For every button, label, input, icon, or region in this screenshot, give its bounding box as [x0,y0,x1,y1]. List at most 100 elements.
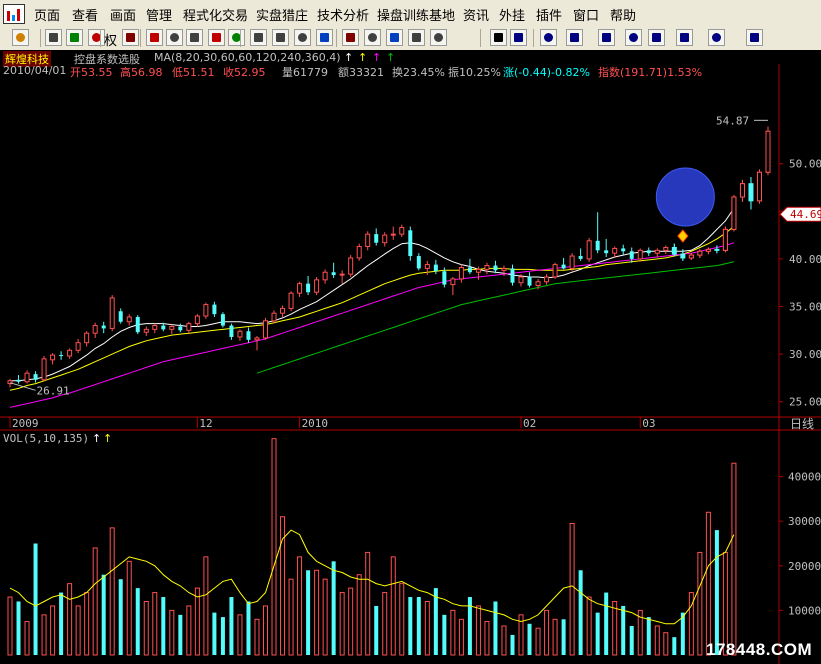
volume-bar-up [339,592,345,656]
minimize-window-icon[interactable] [430,29,447,46]
quote-index: 指数(191.71)1.53% [598,66,703,79]
crosshair-icon[interactable] [66,29,83,46]
price-tick-label: 40.00 [789,253,821,266]
volume-bar-up [143,600,149,656]
price-tick-label: 25.00 [789,396,821,409]
rect-tool-icon[interactable] [676,29,693,46]
menu-item-window[interactable]: 窗口 [573,5,599,24]
volume-bar-up [263,605,269,656]
ellipse-tool-icon[interactable] [708,29,725,46]
volume-bar-down [629,626,634,655]
open-folder-icon[interactable] [12,29,29,46]
quote-info-bar: 2010/04/01 开53.55 高56.98 低51.51 收52.95 量… [0,64,821,79]
grid-icon[interactable] [386,29,403,46]
candle-body-up [92,325,98,334]
menu-item-news[interactable]: 资讯 [463,5,489,24]
weight-right-icon[interactable] [122,29,139,46]
cursor-icon[interactable] [490,29,507,46]
menu-item-canvas[interactable]: 画面 [110,5,136,24]
number10-icon[interactable] [186,29,203,46]
volume-bar-down [246,601,251,655]
toolbar-separator [40,29,41,47]
candle-body-up [688,254,694,259]
candlestick-icon[interactable] [294,29,311,46]
bar-chart-icon[interactable] [272,29,289,46]
database-icon[interactable] [250,29,267,46]
worm-icon[interactable] [342,29,359,46]
window-icon[interactable] [408,29,425,46]
candle-body-up [126,316,132,323]
volume-bar-down [331,561,336,655]
menu-item-training-base[interactable]: 操盘训练基地 [377,5,455,24]
current-price-value: 44.69 [790,208,821,221]
volume-bar-down [510,634,515,655]
pen-icon[interactable] [364,29,381,46]
parallel-tool-icon[interactable] [625,29,642,46]
price-chart[interactable]: 50.0045.0040.0035.0030.0025.004000030000… [0,0,821,664]
volume-bar-down [416,597,421,655]
volume-bar-up [322,578,328,656]
volume-bar-up [399,583,405,656]
volume-bar-down [178,614,183,655]
price-tick-label: 35.00 [789,301,821,314]
volume-bar-down [118,579,123,655]
channel-tool-icon[interactable] [648,29,665,46]
candle-body-up [484,265,490,270]
volume-bar-up [697,551,703,656]
volume-bar-up [475,605,481,656]
candle-body-up [518,276,524,284]
candle-body-up [109,297,115,329]
candle-body-up [756,171,762,202]
volume-arrow-2: ↑ [103,432,112,445]
candle-body-up [186,323,192,331]
volume-bar-up [288,578,294,656]
volume-bar-up [612,600,618,656]
menu-item-view[interactable]: 查看 [72,5,98,24]
volume-bar-down [442,614,447,655]
info-icon[interactable] [316,29,333,46]
menu-item-plugins[interactable]: 插件 [536,5,562,24]
volume-bar-down [229,597,234,655]
red-balls-icon[interactable] [146,29,163,46]
volume-tick-label: 10000 [788,604,821,617]
menu-item-manage[interactable]: 管理 [146,5,172,24]
candle-body-up [41,358,47,381]
rights-adjust-button[interactable]: 权 [104,30,117,49]
candle-body-up [280,307,286,314]
fib-tool-icon[interactable] [566,29,583,46]
candle-body-up [152,325,158,330]
flag-icon[interactable] [228,29,245,46]
arrows-icon[interactable] [88,29,105,46]
rsi-icon[interactable] [45,29,62,46]
candle-body-down [212,304,217,315]
price-tick-label: 30.00 [789,348,821,361]
text-tool-icon[interactable] [540,29,557,46]
candle-body-down [680,253,686,259]
menu-item-hunt-dealer[interactable]: 实盘猎庄 [256,5,308,24]
volume-bar-up [50,605,56,656]
toolbar-separator [336,29,337,47]
volume-tick-label: 20000 [788,560,821,573]
stop-icon[interactable] [208,29,225,46]
menu-item-plugin-external[interactable]: 外挂 [499,5,525,24]
volume-bar-up [194,587,200,656]
line-tool-icon[interactable] [510,29,527,46]
volume-bar-down [33,543,38,655]
candle-body-down [331,272,336,276]
more-tool-icon[interactable] [746,29,763,46]
ma-line-ma60 [9,242,735,408]
candle-body-up [75,342,81,351]
candle-body-down [220,314,225,326]
volume-title: VOL(5,10,135) [3,432,89,445]
menu-item-program-trading[interactable]: 程式化交易 [183,5,248,24]
menu-item-technical-analysis[interactable]: 技术分析 [317,5,369,24]
menu-item-page[interactable]: 页面 [34,5,60,24]
volume-bar-down [220,617,225,655]
volume-bar-up [544,609,550,656]
volume-bar-up [535,627,541,656]
quote-amplitude: 振10.25% [448,66,501,79]
volume-bar-up [67,583,73,656]
menu-item-help[interactable]: 帮助 [610,5,636,24]
glasses-icon[interactable] [166,29,183,46]
fan-tool-icon[interactable] [598,29,615,46]
